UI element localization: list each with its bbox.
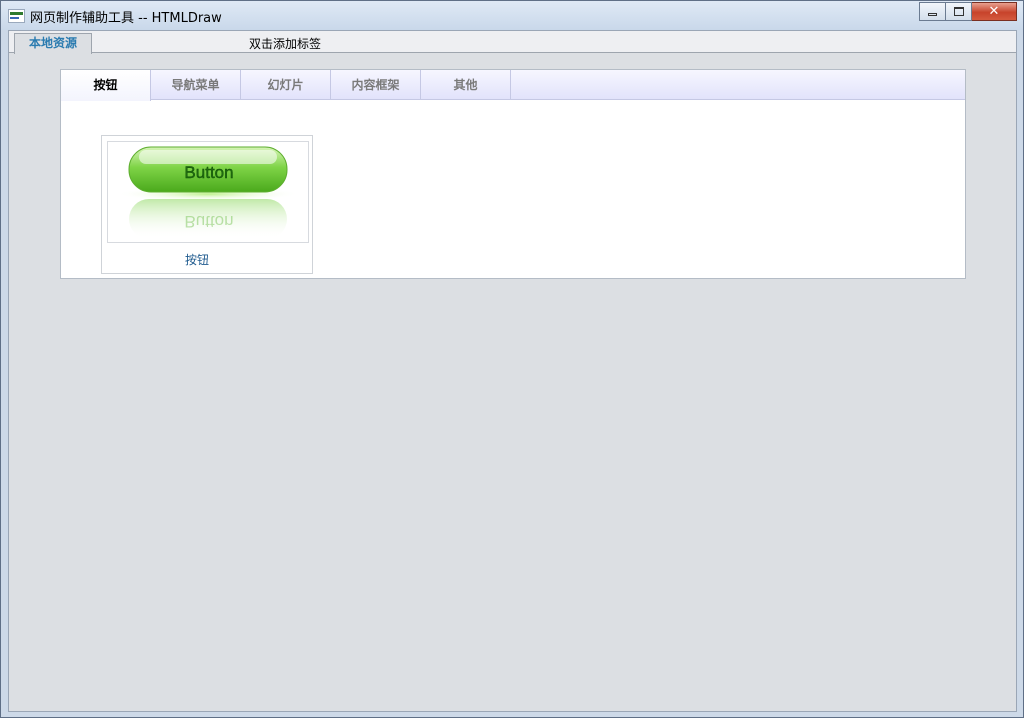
- green-button-preview-icon: Button Button: [116, 146, 300, 239]
- minimize-button[interactable]: [919, 2, 946, 21]
- category-tab-strip: 按钮 导航菜单 幻灯片 内容框架 其他: [61, 70, 965, 101]
- tab-navigation-menu[interactable]: 导航菜单: [151, 70, 241, 100]
- resource-panel: 按钮 导航菜单 幻灯片 内容框架 其他 Button Button 按钮: [60, 69, 966, 279]
- tab-local-resources[interactable]: 本地资源: [14, 33, 92, 54]
- preview-text-reflection: Button: [184, 212, 233, 231]
- tab-buttons[interactable]: 按钮: [61, 70, 151, 101]
- title-bar[interactable]: 网页制作辅助工具 -- HTMLDraw ✕: [1, 1, 1023, 30]
- tab-other[interactable]: 其他: [421, 70, 511, 100]
- resource-label[interactable]: 按钮: [102, 251, 292, 268]
- tab-slideshow[interactable]: 幻灯片: [241, 70, 331, 100]
- resource-thumbnail[interactable]: Button Button: [107, 141, 309, 243]
- app-window: 网页制作辅助工具 -- HTMLDraw ✕ 本地资源 双击添加标签 按钮 导航…: [0, 0, 1024, 718]
- restore-icon: [953, 7, 964, 16]
- window-controls: ✕: [919, 2, 1017, 21]
- add-tab-hint[interactable]: 双击添加标签: [249, 35, 321, 52]
- main-area: 本地资源 双击添加标签 按钮 导航菜单 幻灯片 内容框架 其他 Button B…: [8, 30, 1017, 712]
- tab-content-frame[interactable]: 内容框架: [331, 70, 421, 100]
- window-title: 网页制作辅助工具 -- HTMLDraw: [30, 11, 222, 26]
- resource-card[interactable]: Button Button 按钮: [101, 135, 313, 274]
- restore-button[interactable]: [946, 2, 972, 21]
- minimize-icon: [928, 13, 937, 16]
- preview-text: Button: [184, 163, 233, 182]
- close-icon: ✕: [988, 4, 1000, 19]
- close-button[interactable]: ✕: [972, 2, 1017, 21]
- top-tab-bar[interactable]: 本地资源 双击添加标签: [9, 31, 1016, 54]
- app-icon: [8, 9, 25, 23]
